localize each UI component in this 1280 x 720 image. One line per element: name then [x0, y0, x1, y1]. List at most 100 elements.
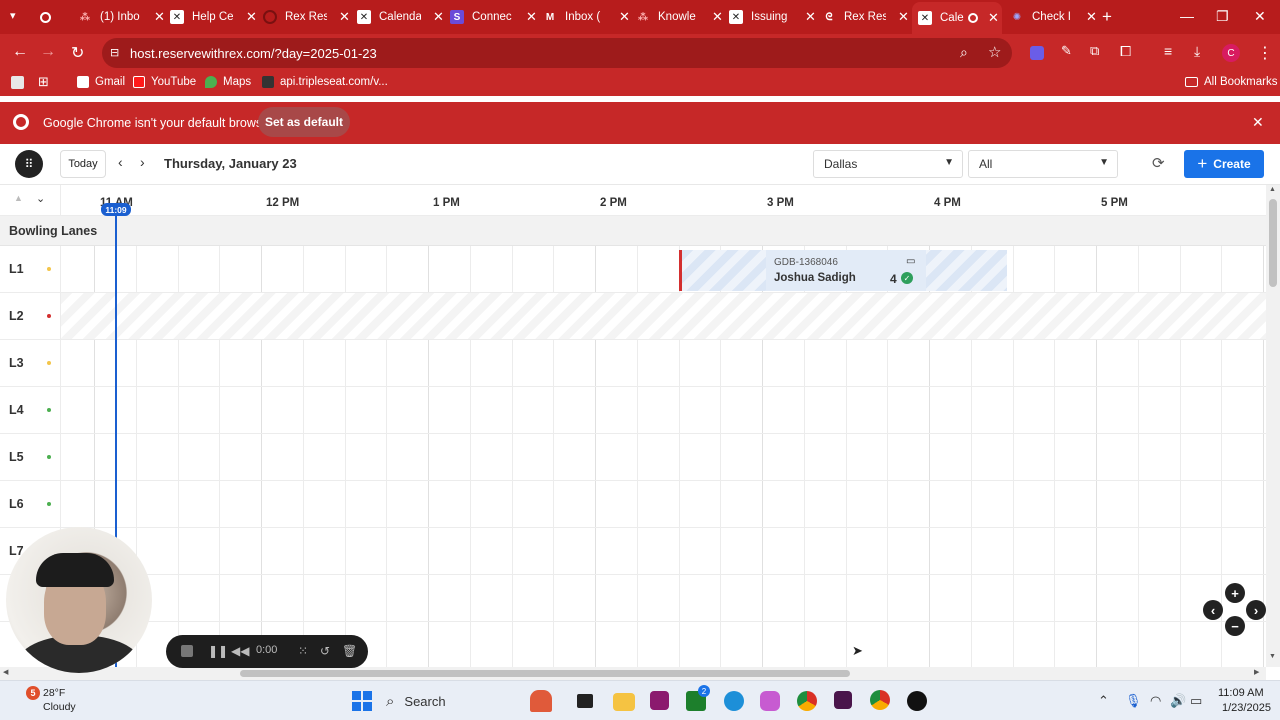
extensions-puzzle-icon[interactable]: ⧠: [1120, 43, 1131, 60]
create-button[interactable]: + Create: [1184, 150, 1264, 178]
scroll-left-arrow[interactable]: ◀: [3, 668, 8, 676]
volume-icon[interactable]: 🔊: [1170, 693, 1186, 709]
prev-day-icon[interactable]: ‹: [118, 154, 123, 170]
battery-icon[interactable]: ▭: [1190, 693, 1202, 709]
wifi-icon[interactable]: ◠: [1150, 693, 1161, 709]
edge-icon[interactable]: [724, 691, 744, 711]
chevron-down-icon[interactable]: ⌄: [36, 192, 45, 205]
tab-8[interactable]: ⁂ Knowle ✕: [636, 4, 723, 30]
tab-2[interactable]: ⁂ (1) Inbo ✕: [78, 4, 165, 30]
close-icon[interactable]: ✕: [1252, 114, 1264, 131]
tab-12[interactable]: ✺ Check I ✕: [1010, 4, 1097, 30]
extension-grid-icon[interactable]: [1030, 46, 1044, 60]
zoom-out-icon[interactable]: −: [1225, 616, 1245, 636]
all-bookmarks[interactable]: All Bookmarks: [1185, 76, 1278, 88]
bookmark-gmail[interactable]: Gmail: [77, 76, 125, 88]
restart-icon[interactable]: ↺: [320, 644, 330, 658]
close-icon[interactable]: ✕: [619, 9, 630, 25]
chrome-taskbar-icon[interactable]: [797, 691, 817, 711]
apps-grid-icon[interactable]: ⊞: [38, 74, 49, 90]
lane-row[interactable]: L8: [0, 575, 1266, 622]
copilot-icon[interactable]: [760, 691, 780, 711]
xbox-icon[interactable]: 2: [686, 685, 710, 711]
forward-icon[interactable]: →: [40, 43, 56, 61]
apps-menu-icon[interactable]: ⠿: [15, 150, 43, 178]
bookmark-maps[interactable]: Maps: [205, 76, 251, 88]
horizontal-scrollbar[interactable]: ◀ ▶: [0, 667, 1266, 680]
collapse-up-icon[interactable]: ▲: [14, 193, 23, 203]
chrome-profile-icon[interactable]: [870, 690, 890, 710]
new-tab-icon[interactable]: +: [1102, 7, 1112, 27]
clock-date[interactable]: 1/23/2025: [1222, 702, 1271, 714]
start-button-icon[interactable]: [352, 691, 372, 711]
tray-overflow-icon[interactable]: ⌃: [1098, 693, 1109, 709]
reading-list-icon[interactable]: [11, 76, 24, 89]
back-icon[interactable]: ←: [12, 43, 28, 61]
scroll-thumb[interactable]: [1269, 199, 1277, 287]
file-explorer-icon[interactable]: [613, 693, 635, 711]
rewind-icon[interactable]: ◀◀: [231, 644, 249, 658]
profile-avatar[interactable]: C: [1222, 44, 1240, 62]
close-icon[interactable]: ✕: [339, 9, 350, 25]
booking-block[interactable]: GDB-1368046 Joshua Sadigh 4 ✓ ▭: [679, 250, 1007, 291]
close-icon[interactable]: ✕: [898, 9, 909, 25]
lane-row[interactable]: L1: [0, 246, 1266, 293]
today-button[interactable]: Today: [60, 150, 106, 178]
tab-9[interactable]: ✕ Issuing ✕: [729, 4, 816, 30]
next-day-icon[interactable]: ›: [140, 154, 145, 170]
bookmark-star-icon[interactable]: ☆: [988, 43, 1001, 61]
slack-icon[interactable]: [834, 691, 852, 709]
tab-1[interactable]: [40, 4, 59, 30]
scroll-down-arrow[interactable]: ▼: [1269, 653, 1276, 660]
close-icon[interactable]: ✕: [526, 9, 537, 25]
close-icon[interactable]: ✕: [805, 9, 816, 25]
chrome-menu-icon[interactable]: ⋮: [1257, 43, 1273, 63]
tab-10[interactable]: ᘓ Rex Res ✕: [822, 4, 909, 30]
crop-extension-icon[interactable]: ⧉: [1090, 43, 1099, 59]
pause-icon[interactable]: ❚❚: [208, 644, 228, 658]
filter-select[interactable]: All ▼: [968, 150, 1118, 178]
trash-icon[interactable]: 🗑: [342, 644, 357, 658]
tab-7[interactable]: M Inbox ( ✕: [543, 4, 630, 30]
site-info-icon[interactable]: ⊟: [110, 46, 119, 59]
tab-6[interactable]: S Connec ✕: [450, 4, 537, 30]
refresh-icon[interactable]: ⟳: [1152, 154, 1165, 172]
lane-row[interactable]: L5: [0, 434, 1266, 481]
scroll-thumb[interactable]: [240, 670, 850, 677]
zoom-icon[interactable]: ⌕: [960, 44, 968, 61]
reload-icon[interactable]: ↻: [71, 43, 84, 63]
photo-app-icon[interactable]: [650, 691, 669, 710]
bookmark-youtube[interactable]: YouTube: [133, 76, 196, 88]
set-default-button[interactable]: Set as default: [258, 107, 350, 137]
minimize-icon[interactable]: —: [1180, 8, 1194, 24]
webcam-overlay[interactable]: [6, 527, 152, 673]
microphone-icon[interactable]: 🎙: [1125, 693, 1142, 709]
tab-11-active[interactable]: ✕ Cale ✕: [912, 2, 1002, 34]
taskbar-search[interactable]: ⌕ Search: [386, 688, 516, 714]
tab-search-icon[interactable]: ▾: [10, 9, 16, 22]
scroll-right-icon[interactable]: ›: [1246, 600, 1266, 620]
close-icon[interactable]: ✕: [246, 9, 257, 25]
bookmark-tripleseat[interactable]: api.tripleseat.com/v...: [262, 76, 388, 88]
stop-icon[interactable]: [181, 645, 193, 657]
close-icon[interactable]: ✕: [1086, 9, 1097, 25]
location-select[interactable]: Dallas ▼: [813, 150, 963, 178]
scroll-left-icon[interactable]: ‹: [1203, 600, 1223, 620]
lane-row[interactable]: L7: [0, 528, 1266, 575]
close-icon[interactable]: ✕: [988, 10, 999, 26]
tab-3[interactable]: ✕ Help Ce ✕: [170, 4, 257, 30]
vertical-scrollbar[interactable]: ▲ ▼: [1266, 185, 1280, 667]
scroll-right-arrow[interactable]: ▶: [1254, 668, 1259, 676]
recorder-app-icon[interactable]: [907, 691, 927, 711]
close-icon[interactable]: ✕: [154, 9, 165, 25]
url-text[interactable]: host.reservewithrex.com/?day=2025-01-23: [130, 46, 377, 61]
zoom-in-icon[interactable]: +: [1225, 583, 1245, 603]
lane-row[interactable]: L4: [0, 387, 1266, 434]
media-controls-icon[interactable]: ≡: [1164, 43, 1172, 59]
restore-icon[interactable]: ❐: [1216, 8, 1229, 25]
window-close-icon[interactable]: ✕: [1254, 8, 1266, 25]
pen-extension-icon[interactable]: ✎: [1061, 43, 1072, 59]
download-icon[interactable]: ⤓: [1194, 43, 1200, 60]
close-icon[interactable]: ✕: [433, 9, 444, 25]
lane-row[interactable]: L2: [0, 293, 1266, 340]
